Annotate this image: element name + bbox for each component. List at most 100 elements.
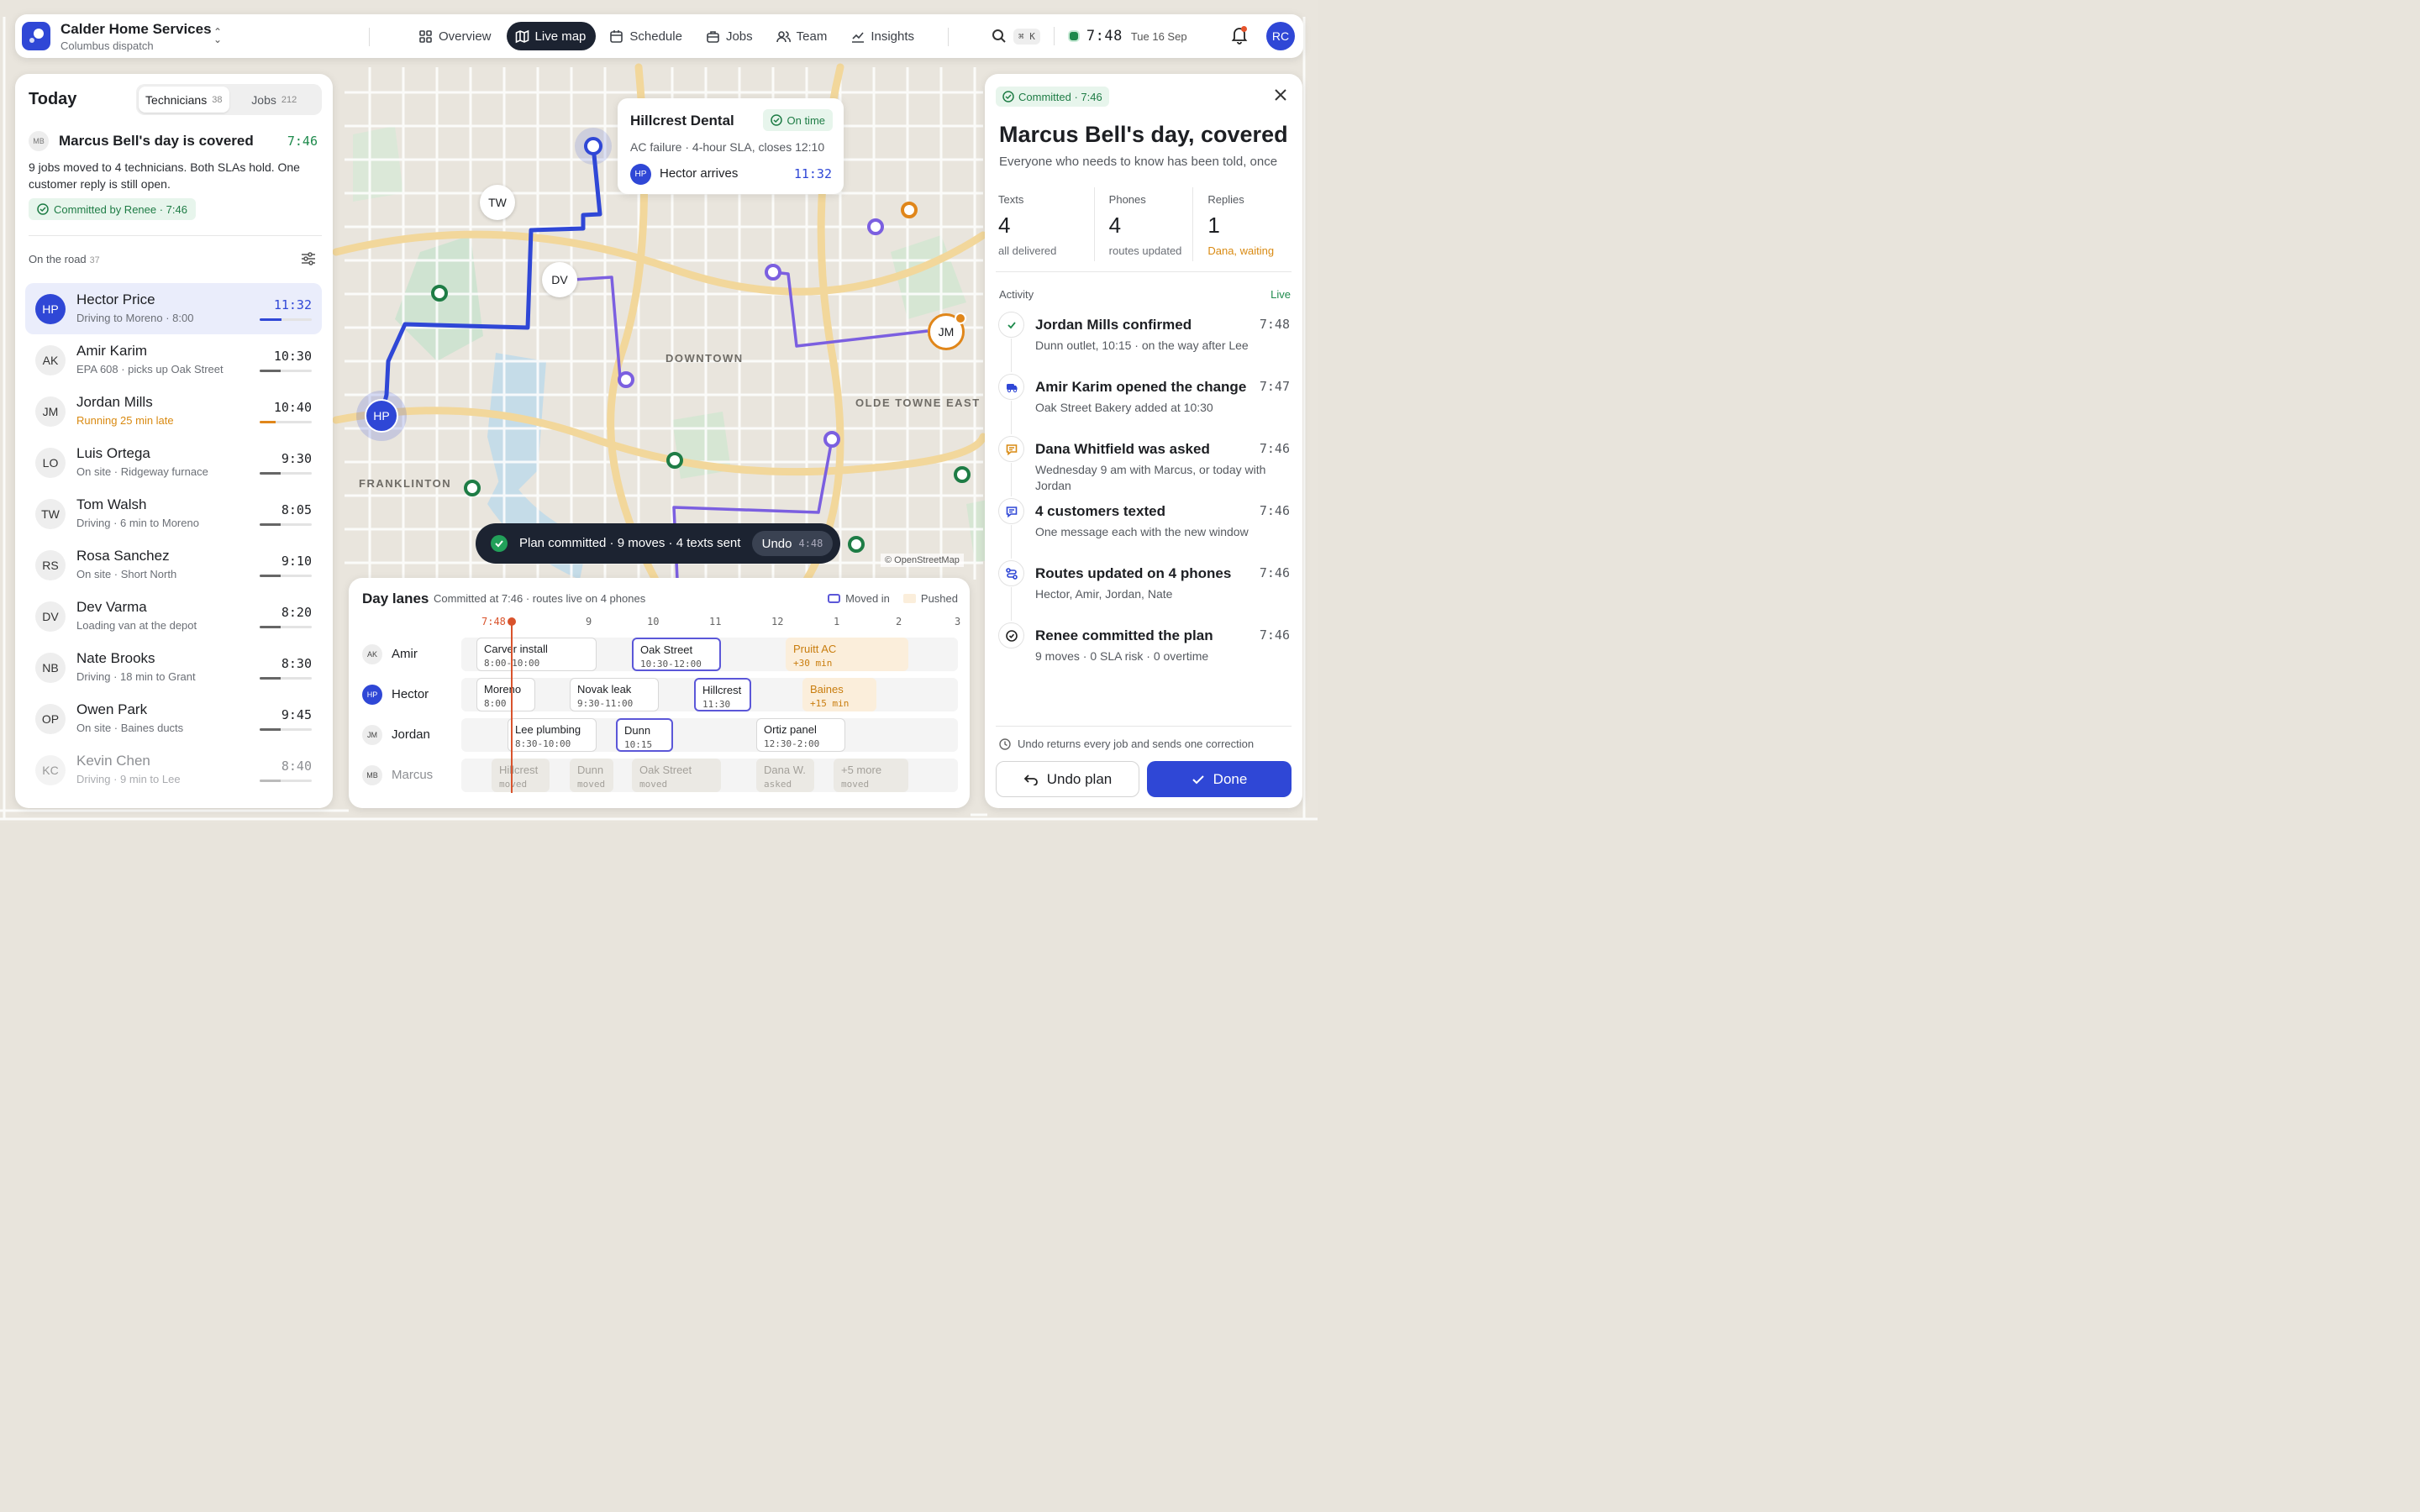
done-button[interactable]: Done xyxy=(1147,761,1292,797)
progress-fill xyxy=(260,677,281,680)
job-block[interactable]: Hillcrest moved xyxy=(492,759,550,792)
summary-time: 7:46 xyxy=(287,134,318,149)
filter-icon[interactable] xyxy=(301,252,316,265)
progress-bar xyxy=(260,677,312,680)
lane-track: Lee plumbing 8:30-10:00 Dunn 10:15 Ortiz pan… xyxy=(461,718,958,752)
job-block[interactable]: Moreno 8:00 xyxy=(476,678,535,711)
nav-schedule[interactable]: Schedule xyxy=(601,22,692,50)
notifications-button[interactable] xyxy=(1231,26,1248,49)
check-icon xyxy=(1192,774,1204,784)
technician-status: Loading van at the depot xyxy=(76,619,197,632)
user-avatar[interactable]: RC xyxy=(1266,22,1295,50)
job-title: Dunn xyxy=(624,724,651,737)
stat-label: Phones xyxy=(1108,193,1146,206)
lane-name: Marcus xyxy=(392,768,434,782)
map-marker-dv[interactable]: DV xyxy=(542,262,577,297)
footer-note: Undo returns every job and sends one cor… xyxy=(999,738,1254,750)
job-block[interactable]: Pruitt AC +30 min xyxy=(786,638,908,671)
commit-toast: Plan committed · 9 moves · 4 texts sent … xyxy=(476,523,840,564)
axis-tick: 12 xyxy=(771,616,784,627)
technician-row[interactable]: LO Luis Ortega On site · Ridgeway furnace 9… xyxy=(25,437,322,488)
tab-jobs[interactable]: Jobs 212 xyxy=(229,87,320,113)
job-block[interactable]: Oak Street 10:30-12:00 xyxy=(632,638,721,671)
technician-row[interactable]: KC Kevin Chen Driving · 9 min to Lee 8:40 xyxy=(25,744,322,795)
job-title: Lee plumbing xyxy=(515,723,581,736)
activity-item[interactable]: Jordan Mills confirmed Dunn outlet, 10:15… xyxy=(996,309,1292,372)
job-tooltip[interactable]: Hillcrest Dental On time AC failure · 4-… xyxy=(618,98,844,194)
nav-team[interactable]: Team xyxy=(768,22,838,50)
technician-name: Tom Walsh xyxy=(76,496,147,512)
toast-undo-button[interactable]: Undo 4:48 xyxy=(752,531,833,556)
job-block[interactable]: Dunn 10:15 xyxy=(616,718,673,752)
progress-bar xyxy=(260,370,312,372)
job-time: moved xyxy=(639,779,668,790)
job-block[interactable]: Carver install 8:00-10:00 xyxy=(476,638,597,671)
nav-label: Overview xyxy=(439,29,492,44)
nav-jobs[interactable]: Jobs xyxy=(697,22,763,50)
technician-eta: 10:30 xyxy=(273,349,312,364)
left-panel: Today Technicians 38 Jobs 212 MB Marcus Be… xyxy=(15,74,333,808)
job-block[interactable]: Dana W. asked xyxy=(756,759,814,792)
activity-item[interactable]: Dana Whitfield was asked Wednesday 9 am w… xyxy=(996,433,1292,496)
panel-title: Marcus Bell's day, covered xyxy=(999,122,1288,147)
search-icon[interactable] xyxy=(992,29,1007,44)
people-icon xyxy=(776,30,791,42)
map-marker-hp[interactable]: HP xyxy=(356,391,407,441)
job-title: Hillcrest xyxy=(499,764,539,776)
technician-row[interactable]: OP Owen Park On site · Baines ducts 9:45 xyxy=(25,693,322,744)
technician-name: Kevin Chen xyxy=(76,753,150,769)
technician-row[interactable]: HP Hector Price Driving to Moreno · 8:00 11… xyxy=(25,283,322,334)
stat-value: 1 xyxy=(1207,213,1220,238)
progress-fill xyxy=(260,780,281,782)
job-time: 8:30-10:00 xyxy=(515,738,571,749)
done-label: Done xyxy=(1213,770,1248,787)
technician-status: Driving · 9 min to Lee xyxy=(76,773,181,785)
check-icon xyxy=(1007,321,1016,328)
map-marker-jm[interactable]: JM xyxy=(928,312,966,350)
nav-live-map[interactable]: Live map xyxy=(506,22,597,50)
summary-text: 9 jobs moved to 4 technicians. Both SLAs… xyxy=(29,160,300,191)
technician-row[interactable]: NB Nate Brooks Driving · 18 min to Grant 8:… xyxy=(25,642,322,693)
lane-row: MB Marcus Hillcrest moved Dunn moved Oak Stree… xyxy=(349,754,970,795)
clock-icon xyxy=(999,738,1011,750)
job-title: Dana W. xyxy=(764,764,806,776)
job-block[interactable]: Novak leak 9:30-11:00 xyxy=(570,678,659,711)
workspace-switcher-icon[interactable]: ⌃ ⌄ xyxy=(213,27,222,45)
job-block[interactable]: Dunn moved xyxy=(570,759,613,792)
activity-item[interactable]: Renee committed the plan 9 moves · 0 SLA … xyxy=(996,620,1292,682)
brand-logo-icon[interactable] xyxy=(22,22,50,50)
stat-detail: all delivered xyxy=(998,244,1057,257)
job-block[interactable]: Baines +15 min xyxy=(802,678,876,711)
job-time: +30 min xyxy=(793,658,833,669)
activity-time: 7:47 xyxy=(1259,379,1290,394)
job-title: +5 more xyxy=(841,764,882,776)
panel-title: Today xyxy=(29,90,77,108)
tab-technicians[interactable]: Technicians 38 xyxy=(139,87,229,113)
activity-item[interactable]: Routes updated on 4 phones Hector, Amir, … xyxy=(996,558,1292,621)
job-time: 9:30-11:00 xyxy=(577,698,634,709)
job-block[interactable]: +5 more moved xyxy=(834,759,908,792)
technician-row[interactable]: TW Tom Walsh Driving · 6 min to Moreno 8:05 xyxy=(25,488,322,539)
technician-row[interactable]: AK Amir Karim EPA 608 · picks up Oak Stree… xyxy=(25,334,322,386)
nav-overview[interactable]: Overview xyxy=(410,22,502,50)
nav-insights[interactable]: Insights xyxy=(842,22,924,50)
undo-plan-button[interactable]: Undo plan xyxy=(996,761,1139,797)
activity-item[interactable]: 4 customers texted One message each with … xyxy=(996,496,1292,559)
technician-status: Driving · 6 min to Moreno xyxy=(76,517,199,529)
avatar: HP xyxy=(630,164,651,185)
job-block[interactable]: Lee plumbing 8:30-10:00 xyxy=(508,718,597,752)
job-block[interactable]: Oak Street moved xyxy=(632,759,721,792)
technician-row[interactable]: RS Rosa Sanchez On site · Short North 9:10 xyxy=(25,539,322,591)
message-icon xyxy=(1006,506,1017,517)
job-block[interactable]: Hillcrest 11:30 xyxy=(694,678,751,711)
axis-tick: 3 xyxy=(955,616,961,627)
technician-row[interactable]: JM Jordan Mills Running 25 min late 10:40 xyxy=(25,386,322,437)
activity-item[interactable]: Amir Karim opened the change Oak Street B… xyxy=(996,371,1292,434)
technician-row[interactable]: DV Dev Varma Loading van at the depot 8:20 xyxy=(25,591,322,642)
undo-icon xyxy=(1023,774,1038,785)
map-marker-tw[interactable]: TW xyxy=(480,185,515,220)
close-icon[interactable] xyxy=(1274,88,1287,102)
activity-feed: Jordan Mills confirmed Dunn outlet, 10:15… xyxy=(996,309,1292,682)
technician-status: On site · Baines ducts xyxy=(76,722,184,734)
job-block[interactable]: Ortiz panel 12:30-2:00 xyxy=(756,718,845,752)
